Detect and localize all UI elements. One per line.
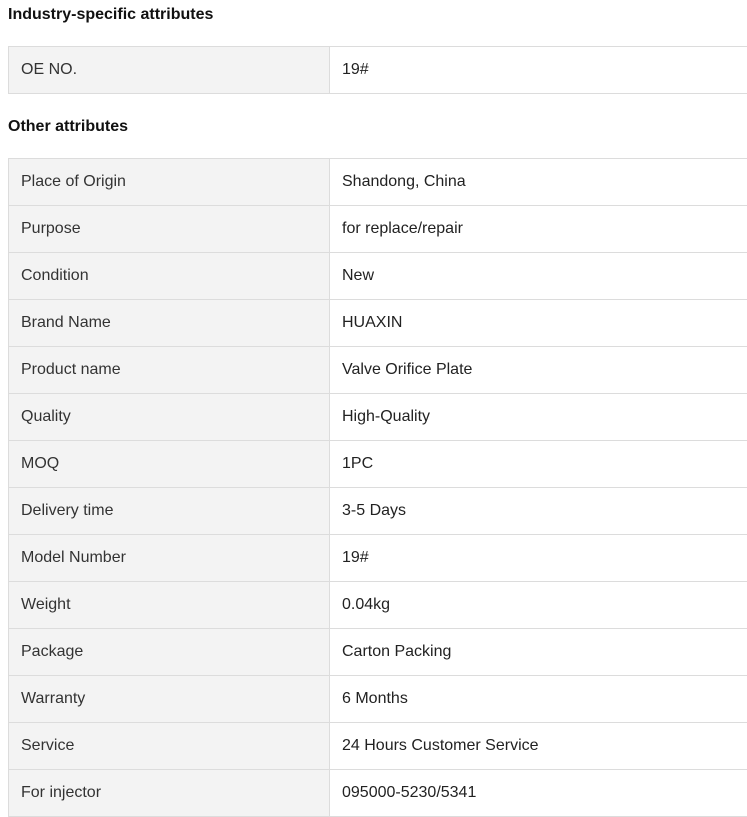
attribute-value: Shandong, China [330, 159, 747, 206]
attribute-value: New [330, 253, 747, 300]
product-attributes-page: Industry-specific attributes OE NO. 19# … [0, 0, 747, 816]
attribute-label: Delivery time [9, 488, 330, 535]
attribute-label: Package [9, 629, 330, 676]
table-row: Service 24 Hours Customer Service [9, 723, 747, 770]
table-row: Package Carton Packing [9, 629, 747, 676]
attribute-label: Brand Name [9, 300, 330, 347]
attribute-value: 3-5 Days [330, 488, 747, 535]
attribute-value: for replace/repair [330, 206, 747, 253]
attribute-value: 6 Months [330, 676, 747, 723]
table-row: Quality High-Quality [9, 394, 747, 441]
attribute-label: Product name [9, 347, 330, 394]
attribute-value: High-Quality [330, 394, 747, 441]
attribute-value: Valve Orifice Plate [330, 347, 747, 394]
industry-attributes-table: OE NO. 19# [8, 46, 747, 94]
table-row: Warranty 6 Months [9, 676, 747, 723]
attribute-value: 19# [330, 535, 747, 582]
attribute-value: 19# [330, 47, 747, 94]
table-row: Brand Name HUAXIN [9, 300, 747, 347]
attribute-label: Service [9, 723, 330, 770]
attribute-value: 1PC [330, 441, 747, 488]
table-row: Delivery time 3-5 Days [9, 488, 747, 535]
table-row: Purpose for replace/repair [9, 206, 747, 253]
attribute-value: 0.04kg [330, 582, 747, 629]
attribute-label: For injector [9, 770, 330, 817]
industry-attributes-heading: Industry-specific attributes [8, 5, 213, 25]
table-row: Product name Valve Orifice Plate [9, 347, 747, 394]
table-row: MOQ 1PC [9, 441, 747, 488]
table-row: For injector 095000-5230/5341 [9, 770, 747, 817]
attribute-label: OE NO. [9, 47, 330, 94]
table-row: Place of Origin Shandong, China [9, 159, 747, 206]
attribute-label: Quality [9, 394, 330, 441]
attribute-label: Warranty [9, 676, 330, 723]
attribute-label: Purpose [9, 206, 330, 253]
table-row: OE NO. 19# [9, 47, 747, 94]
attribute-label: Model Number [9, 535, 330, 582]
table-row: Weight 0.04kg [9, 582, 747, 629]
attribute-label: Condition [9, 253, 330, 300]
attribute-label: Weight [9, 582, 330, 629]
attribute-value: Carton Packing [330, 629, 747, 676]
table-row: Model Number 19# [9, 535, 747, 582]
attribute-label: Place of Origin [9, 159, 330, 206]
table-row: Condition New [9, 253, 747, 300]
attribute-value: 095000-5230/5341 [330, 770, 747, 817]
attribute-label: MOQ [9, 441, 330, 488]
attribute-value: 24 Hours Customer Service [330, 723, 747, 770]
attribute-value: HUAXIN [330, 300, 747, 347]
other-attributes-table: Place of Origin Shandong, China Purpose … [8, 158, 747, 817]
other-attributes-heading: Other attributes [8, 117, 128, 137]
